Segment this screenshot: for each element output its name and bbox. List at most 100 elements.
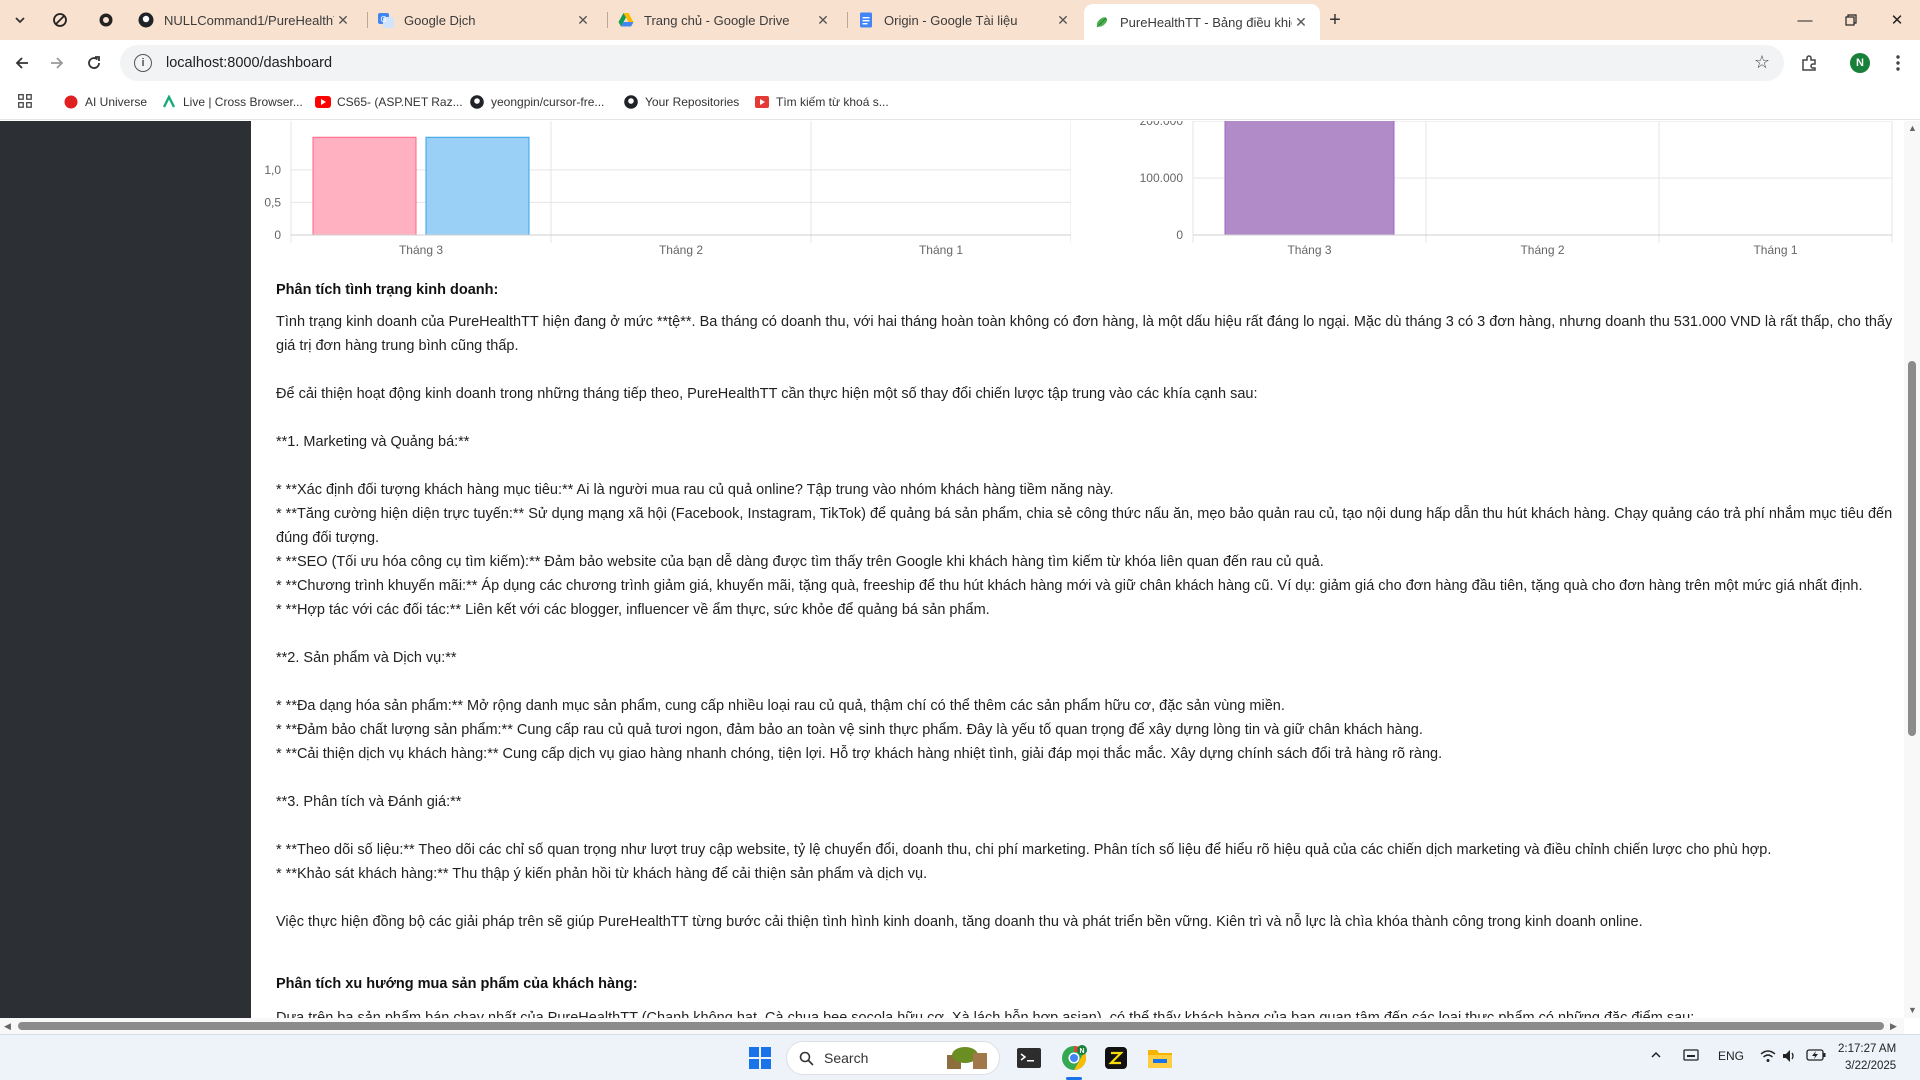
address-bar[interactable]: i localhost:8000/dashboard ☆ <box>120 45 1784 81</box>
chevron-up-icon <box>1651 1051 1661 1058</box>
tab-github-repo[interactable]: NULLCommand1/PureHealthTT ✕ <box>128 5 362 35</box>
bookmark-cursor-free[interactable]: yeongpin/cursor-fre... <box>469 94 604 110</box>
taskbar-clock[interactable]: 2:17:27 AM 3/22/2025 <box>1838 1041 1896 1075</box>
taskbar-file-explorer[interactable] <box>1146 1044 1174 1072</box>
scroll-up-arrow-icon[interactable]: ▲ <box>1908 123 1917 133</box>
vertical-scrollbar-thumb[interactable] <box>1908 361 1916 736</box>
bookmark-live-cross-browser[interactable]: Live | Cross Browser... <box>161 94 303 110</box>
restore-button[interactable] <box>1828 0 1874 40</box>
windows-logo-icon <box>749 1047 771 1069</box>
revenue-chart-svg: 0 100.000 200.000 Tháng 3 Tháng 2 Tháng 1 <box>1140 121 1893 257</box>
y-tick-label: 0 <box>1176 228 1183 242</box>
paragraph-spacer <box>276 670 1904 694</box>
reload-icon <box>88 56 100 69</box>
tab-purehealth-dashboard[interactable]: PureHealthTT - Bảng điều khiển ✕ <box>1084 4 1320 40</box>
pinned-tab-2[interactable] <box>92 7 120 33</box>
x-tick-label: Tháng 3 <box>1287 243 1331 257</box>
folder-icon <box>1148 1050 1172 1068</box>
svg-text:N: N <box>1080 1048 1085 1055</box>
openai-icon <box>99 13 113 27</box>
analysis-paragraph: * **Xác định đối tượng khách hàng mục ti… <box>276 482 1114 498</box>
close-tab-icon[interactable]: ✕ <box>1292 13 1310 31</box>
analysis-paragraph: Việc thực hiện đồng bộ các giải pháp trê… <box>276 914 1643 930</box>
start-button[interactable] <box>746 1044 774 1072</box>
svg-text:G: G <box>381 15 387 24</box>
paragraph-spacer <box>276 622 1904 646</box>
bookmark-label: Tìm kiếm từ khoá s... <box>776 95 889 109</box>
vertical-scrollbar[interactable]: ▲ ▼ <box>1904 121 1920 1018</box>
business-analysis-heading: Phân tích tình trạng kinh doanh: <box>276 282 499 298</box>
scroll-down-arrow-icon[interactable]: ▼ <box>1908 1005 1917 1015</box>
tab-google-translate[interactable]: G Google Dịch ✕ <box>368 5 602 35</box>
close-tab-icon[interactable]: ✕ <box>574 11 592 29</box>
tray-volume[interactable] <box>1782 1049 1798 1066</box>
chart-bar <box>312 136 417 236</box>
tab-title: Trang chủ - Google Drive <box>644 12 790 28</box>
github-icon <box>138 12 154 28</box>
horizontal-scrollbar[interactable]: ◀ ▶ <box>0 1018 1904 1034</box>
show-hidden-icons[interactable] <box>1650 1049 1662 1064</box>
new-tab-button[interactable]: + <box>1322 8 1348 32</box>
y-tick-label: 0,5 <box>264 195 281 209</box>
apps-button[interactable] <box>18 94 32 108</box>
analysis-paragraph: * **Đảm bảo chất lượng sản phẩm:** Cung … <box>276 722 1423 738</box>
google-drive-icon <box>618 12 634 28</box>
purchase-trend-intro: Dựa trên ba sản phẩm bán chạy nhất của P… <box>276 1010 1695 1018</box>
close-tab-icon[interactable]: ✕ <box>814 11 832 29</box>
taskbar-chrome[interactable]: N <box>1060 1044 1088 1072</box>
restore-icon <box>1845 14 1857 26</box>
analysis-paragraph: * **Tăng cường hiện diện trực tuyến:** S… <box>276 506 1897 546</box>
tray-battery[interactable] <box>1806 1049 1826 1064</box>
forward-button[interactable] <box>43 49 71 77</box>
close-window-button[interactable]: ✕ <box>1874 0 1920 40</box>
bookmark-ai-universe[interactable]: AI Universe <box>63 94 147 110</box>
tab-strip: NULLCommand1/PureHealthTT ✕ G Google Dịc… <box>0 0 1920 40</box>
analysis-paragraph: * **Chương trình khuyến mãi:** Áp dụng c… <box>276 578 1863 594</box>
y-tick-label: 0 <box>274 228 281 242</box>
tab-search-dropdown-button[interactable] <box>6 7 34 33</box>
analysis-paragraph: * **Khảo sát khách hàng:** Thu thập ý ki… <box>276 866 928 882</box>
back-button[interactable] <box>8 49 36 77</box>
bookmark-your-repositories[interactable]: Your Repositories <box>623 94 739 110</box>
clock-date: 3/22/2025 <box>1845 1060 1897 1072</box>
analysis-paragraph: **2. Sản phẩm và Dịch vụ:** <box>276 650 457 666</box>
tab-google-drive[interactable]: Trang chủ - Google Drive ✕ <box>608 5 842 35</box>
puzzle-icon <box>1802 55 1816 71</box>
scroll-right-arrow-icon[interactable]: ▶ <box>1890 1021 1897 1032</box>
tray-network[interactable] <box>1760 1049 1776 1066</box>
chart-bar <box>425 136 530 236</box>
youtube-icon <box>315 94 331 110</box>
tray-device[interactable] <box>1683 1049 1699 1064</box>
device-icon <box>1683 1049 1699 1061</box>
taskbar-terminal[interactable] <box>1015 1044 1043 1072</box>
taskbar-app[interactable] <box>1102 1044 1130 1072</box>
scroll-left-arrow-icon[interactable]: ◀ <box>4 1021 11 1032</box>
tab-title: Google Dịch <box>404 12 476 28</box>
business-analysis: Phân tích tình trạng kinh doanh: Tình tr… <box>276 278 1904 934</box>
browser-menu-button[interactable] <box>1884 49 1912 77</box>
close-tab-icon[interactable]: ✕ <box>1054 11 1072 29</box>
tab-title: Origin - Google Tài liệu <box>884 12 1018 28</box>
pinned-tab-1[interactable] <box>46 7 74 33</box>
analysis-paragraph: * **SEO (Tối ưu hóa công cụ tìm kiếm):**… <box>276 554 1324 570</box>
site-info-icon[interactable]: i <box>134 54 152 72</box>
horizontal-scrollbar-thumb[interactable] <box>18 1022 1884 1030</box>
profile-avatar[interactable]: N <box>1850 53 1870 73</box>
analysis-paragraph: **3. Phân tích và Đánh giá:** <box>276 794 462 810</box>
bookmark-keyword-search[interactable]: Tìm kiếm từ khoá s... <box>754 94 889 110</box>
bookmark-label: Your Repositories <box>645 95 740 109</box>
analysis-paragraph: * **Đa dạng hóa sản phẩm:** Mở rộng danh… <box>276 698 1285 714</box>
taskbar-search[interactable]: Search <box>786 1041 1000 1075</box>
minimize-button[interactable]: — <box>1782 0 1828 40</box>
extensions-button[interactable] <box>1795 49 1823 77</box>
input-language[interactable]: ENG <box>1718 1049 1744 1063</box>
bookmark-cs65[interactable]: CS65- (ASP.NET Raz... <box>315 94 463 110</box>
close-icon: ✕ <box>1890 12 1904 29</box>
paragraph-spacer <box>276 814 1904 838</box>
bookmark-star-icon[interactable]: ☆ <box>1754 52 1770 73</box>
address-bar-url[interactable]: localhost:8000/dashboard <box>166 55 332 71</box>
search-highlight-icon <box>947 1047 987 1069</box>
close-tab-icon[interactable]: ✕ <box>334 11 352 29</box>
tab-google-docs[interactable]: Origin - Google Tài liệu ✕ <box>848 5 1082 35</box>
reload-button[interactable] <box>80 49 108 77</box>
